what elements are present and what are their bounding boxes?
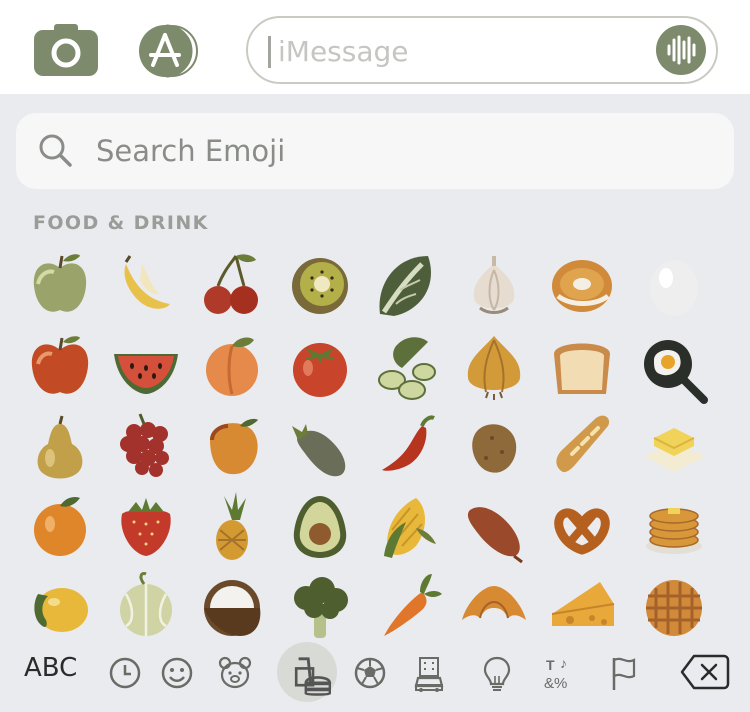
emoji-pineapple[interactable] xyxy=(190,484,274,568)
search-icon xyxy=(38,133,74,169)
emoji-garlic[interactable] xyxy=(452,244,536,328)
soccer-ball-icon[interactable] xyxy=(345,648,395,698)
symbols-icon[interactable]: T ♪ &% xyxy=(536,648,586,698)
emoji-grid xyxy=(0,240,750,638)
emoji-baguette[interactable] xyxy=(540,404,624,488)
app-store-icon[interactable] xyxy=(138,24,214,78)
abc-button[interactable]: ABC xyxy=(24,650,77,686)
emoji-banana[interactable] xyxy=(104,244,188,328)
emoji-butter[interactable] xyxy=(632,404,716,488)
svg-text:&%: &% xyxy=(544,675,567,692)
section-title: FOOD & DRINK xyxy=(33,212,209,234)
imessage-placeholder: iMessage xyxy=(278,35,409,68)
emoji-pretzel[interactable] xyxy=(540,484,624,568)
emoji-avocado[interactable] xyxy=(278,484,362,568)
emoji-tomato[interactable] xyxy=(278,324,362,408)
bear-icon[interactable] xyxy=(210,648,260,698)
emoji-peach[interactable] xyxy=(190,324,274,408)
emoji-cucumber[interactable] xyxy=(366,324,450,408)
emoji-red-apple[interactable] xyxy=(18,324,102,408)
emoji-bagel[interactable] xyxy=(540,244,624,328)
recent-clock-icon[interactable] xyxy=(100,648,150,698)
flag-icon[interactable] xyxy=(598,648,648,698)
emoji-pear[interactable] xyxy=(18,404,102,488)
emoji-watermelon[interactable] xyxy=(104,324,188,408)
emoji-search-field[interactable]: Search Emoji xyxy=(16,113,734,189)
emoji-potato[interactable] xyxy=(452,404,536,488)
emoji-corn[interactable] xyxy=(366,484,450,568)
emoji-cherries[interactable] xyxy=(190,244,274,328)
emoji-pancakes[interactable] xyxy=(632,484,716,568)
emoji-cooking[interactable] xyxy=(632,324,716,408)
emoji-hot-pepper[interactable] xyxy=(366,404,450,488)
emoji-egg[interactable] xyxy=(632,244,716,328)
lightbulb-icon[interactable] xyxy=(472,648,522,698)
message-bar: iMessage xyxy=(0,0,750,94)
emoji-sweet-potato[interactable] xyxy=(452,484,536,568)
emoji-bread[interactable] xyxy=(540,324,624,408)
camera-icon[interactable] xyxy=(34,24,98,76)
emoji-onion[interactable] xyxy=(452,324,536,408)
category-bar: ABC T ♪ &% xyxy=(0,636,750,712)
audio-waveform-icon[interactable] xyxy=(656,25,706,75)
emoji-leafy-green[interactable] xyxy=(366,244,450,328)
travel-icon[interactable] xyxy=(404,648,454,698)
emoji-mango[interactable] xyxy=(190,404,274,488)
emoji-strawberry[interactable] xyxy=(104,484,188,568)
text-caret xyxy=(268,36,271,68)
emoji-eggplant[interactable] xyxy=(278,404,362,488)
emoji-grapes[interactable] xyxy=(104,404,188,488)
imessage-field[interactable]: iMessage xyxy=(246,16,718,84)
smiley-icon[interactable] xyxy=(152,648,202,698)
svg-text:T: T xyxy=(546,657,555,673)
emoji-kiwi[interactable] xyxy=(278,244,362,328)
search-placeholder: Search Emoji xyxy=(96,134,286,168)
food-icon[interactable] xyxy=(277,642,337,702)
svg-text:♪: ♪ xyxy=(560,655,567,671)
emoji-tangerine[interactable] xyxy=(18,484,102,568)
emoji-green-apple[interactable] xyxy=(18,244,102,328)
delete-key-icon[interactable] xyxy=(680,652,730,692)
